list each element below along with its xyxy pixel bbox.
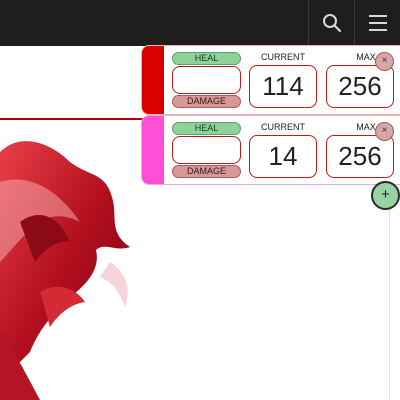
max-hp-field[interactable]: 256	[326, 135, 394, 178]
top-app-bar	[0, 0, 400, 46]
hp-tracker-row: HEAL DAMAGE CURRENT 114 MAX 256 ×	[141, 45, 400, 115]
search-button[interactable]	[308, 0, 354, 46]
background-panel	[0, 46, 150, 120]
max-hp-field[interactable]: 256	[326, 65, 394, 108]
amount-input[interactable]	[172, 66, 241, 94]
color-tag[interactable]	[142, 46, 164, 114]
damage-button[interactable]: DAMAGE	[172, 95, 241, 108]
amount-input[interactable]	[172, 136, 241, 164]
add-tracker-button[interactable]: +	[371, 181, 400, 210]
heal-button[interactable]: HEAL	[172, 122, 241, 135]
hp-tracker-row: HEAL DAMAGE CURRENT 14 MAX 256 ×	[141, 115, 400, 185]
red-dragon-illustration	[0, 141, 130, 400]
current-label: CURRENT	[261, 122, 305, 132]
current-label: CURRENT	[261, 52, 305, 62]
heal-button[interactable]: HEAL	[172, 52, 241, 65]
current-hp-field[interactable]: 114	[249, 65, 317, 108]
remove-tracker-button[interactable]: ×	[375, 122, 394, 141]
current-hp-field[interactable]: 14	[249, 135, 317, 178]
remove-tracker-button[interactable]: ×	[375, 52, 394, 71]
menu-button[interactable]	[354, 0, 400, 46]
damage-button[interactable]: DAMAGE	[172, 165, 241, 178]
color-tag[interactable]	[142, 116, 164, 184]
hamburger-menu-icon	[368, 15, 387, 31]
search-icon	[322, 14, 341, 33]
